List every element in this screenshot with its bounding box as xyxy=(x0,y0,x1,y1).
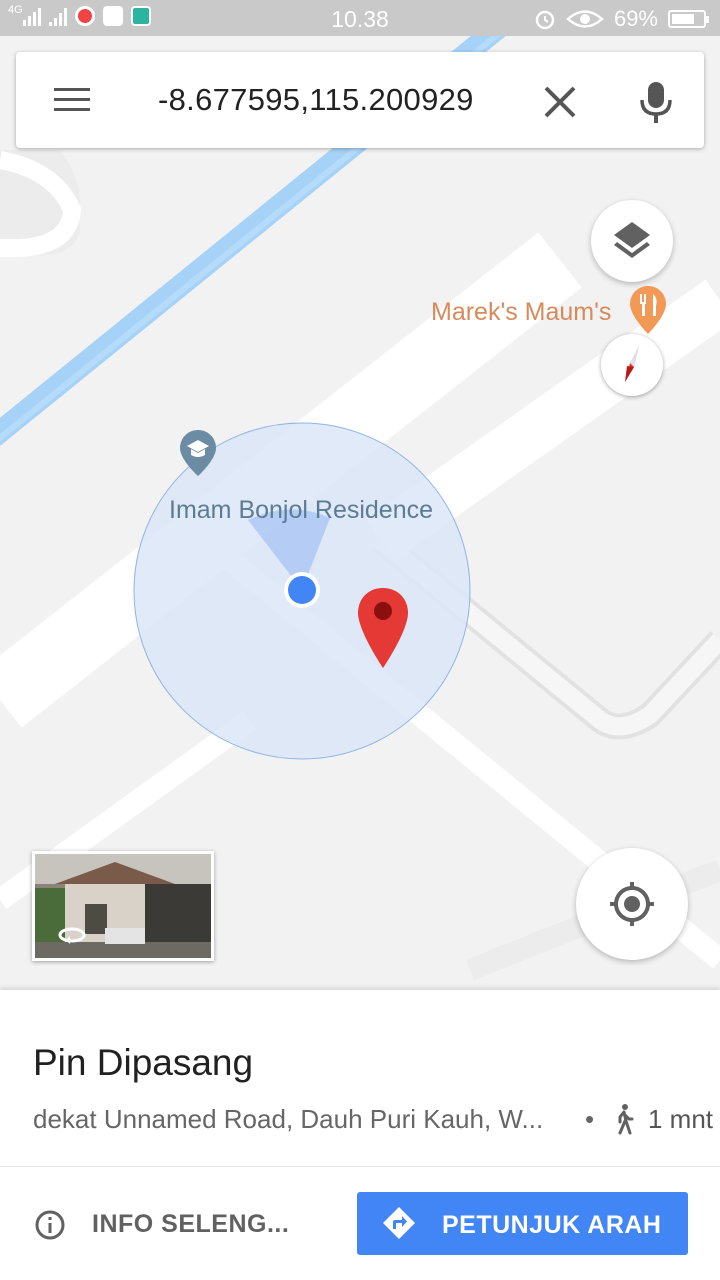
info-icon[interactable] xyxy=(34,1209,66,1241)
status-icons-right: 69% xyxy=(534,6,709,32)
map-view[interactable]: Imam Bonjol Residence Marek's Maum's xyxy=(0,36,720,990)
school-icon[interactable] xyxy=(178,428,218,478)
close-icon[interactable] xyxy=(538,80,582,124)
my-location-icon xyxy=(610,882,654,926)
dropped-pin-icon[interactable] xyxy=(356,586,410,670)
battery-percent: 69% xyxy=(613,6,658,31)
compass-button[interactable] xyxy=(601,334,663,396)
rotate-360-icon xyxy=(58,927,86,944)
more-info-button[interactable]: INFO SELENG... xyxy=(92,1210,289,1239)
mic-icon[interactable] xyxy=(634,78,678,126)
menu-icon[interactable] xyxy=(52,82,92,118)
place-title: Pin Dipasang xyxy=(33,1042,254,1083)
compass-icon xyxy=(625,346,639,382)
separator-dot: • xyxy=(585,1104,595,1134)
battery-icon xyxy=(668,10,709,28)
directions-button[interactable]: PETUNJUK ARAH xyxy=(357,1192,688,1255)
layers-button[interactable] xyxy=(591,200,673,282)
directions-label: PETUNJUK ARAH xyxy=(442,1211,662,1239)
alarm-icon xyxy=(535,10,555,30)
street-view-thumbnail[interactable] xyxy=(32,851,214,961)
eye-icon xyxy=(566,10,604,28)
restaurant-icon[interactable] xyxy=(628,284,668,336)
directions-icon xyxy=(383,1207,415,1239)
place-address: dekat Unnamed Road, Dauh Puri Kauh, W... xyxy=(33,1104,544,1134)
search-input[interactable]: -8.677595,115.200929 xyxy=(158,82,474,118)
my-location-button[interactable] xyxy=(576,848,688,960)
sheet-divider xyxy=(0,1166,720,1167)
layers-icon xyxy=(614,222,650,258)
status-bar: 4G 10.38 69% xyxy=(0,0,720,36)
search-bar[interactable]: -8.677595,115.200929 xyxy=(16,52,704,148)
walking-icon xyxy=(618,1104,634,1135)
walk-time: 1 mnt xyxy=(648,1104,714,1134)
place-label-imam-bonjol[interactable]: Imam Bonjol Residence xyxy=(169,496,433,525)
place-label-mareks-maums[interactable]: Marek's Maum's xyxy=(431,298,611,327)
